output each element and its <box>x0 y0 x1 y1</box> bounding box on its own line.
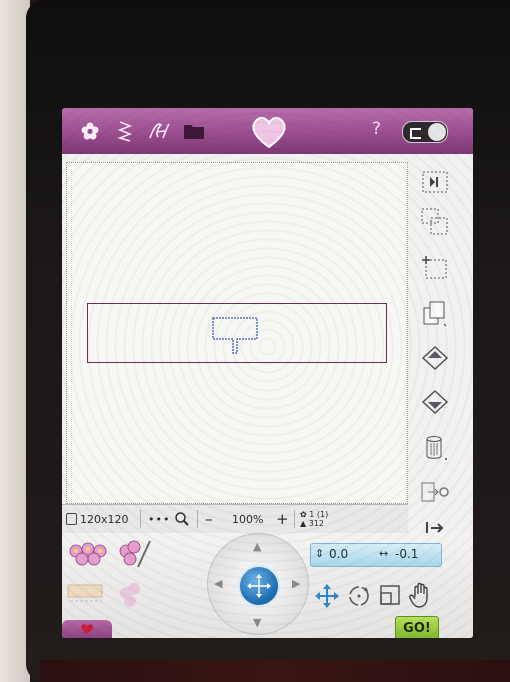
embroidery-stitch-icon <box>66 581 106 611</box>
stitch-edit-icon[interactable] <box>114 537 154 575</box>
design-edit-icon[interactable] <box>66 541 110 573</box>
position-readout: ⇕ 0.0 ↔ -0.1 <box>310 543 442 567</box>
x-position-value: -0.1 <box>395 547 419 561</box>
center-move-button[interactable] <box>238 565 280 607</box>
design-options-icon <box>114 579 150 613</box>
duplicate-icon[interactable] <box>418 298 452 330</box>
status-bar: 120x120 ••• – 100% + ✿ 1 (1) ▲ 312 <box>62 504 408 534</box>
zoom-out-button[interactable]: – <box>205 505 213 533</box>
design-count: 1 (1) <box>309 510 329 519</box>
zoom-level: 100% <box>232 512 264 526</box>
favorites-heart-icon <box>81 624 93 634</box>
horizontal-position-icon: ↔ <box>379 547 389 560</box>
y-position-value: 0.0 <box>329 547 349 561</box>
hoop-size-label: 120x120 <box>80 512 129 526</box>
top-toolbar: ? <box>62 108 473 154</box>
add-selection-icon[interactable] <box>418 252 452 284</box>
pan-hand-icon[interactable] <box>407 581 435 613</box>
stitch-count-icon: ▲ <box>300 519 307 528</box>
export-settings-icon[interactable] <box>418 476 452 508</box>
vertical-position-icon: ⇕ <box>315 547 325 560</box>
stitch-design[interactable] <box>67 163 407 503</box>
hoop-size-selector[interactable]: 120x120 <box>66 505 129 533</box>
delete-icon[interactable] <box>418 432 452 464</box>
help-button[interactable]: ? <box>372 119 381 139</box>
select-multiple-icon[interactable] <box>418 206 452 238</box>
embroidery-canvas[interactable] <box>66 162 408 504</box>
stitch-zigzag-icon[interactable] <box>113 119 137 143</box>
arrow-right-icon[interactable]: ▶ <box>292 577 300 590</box>
position-dpad[interactable]: ▲ ▼ ◀ ▶ <box>207 533 309 635</box>
arrow-up-icon[interactable]: ▲ <box>253 540 261 553</box>
folder-icon[interactable] <box>182 119 206 143</box>
zoom-search-icon[interactable] <box>174 505 190 533</box>
zoom-in-button[interactable]: + <box>276 505 289 533</box>
design-info: ✿ 1 (1) ▲ 312 <box>300 505 328 533</box>
toggle-knob <box>428 123 446 141</box>
device-bezel-bottom <box>40 660 510 682</box>
move-up-layer-icon[interactable] <box>418 342 452 374</box>
more-options-button[interactable]: ••• <box>148 505 170 533</box>
script-font-icon[interactable] <box>147 119 171 143</box>
design-count-icon: ✿ <box>300 510 307 519</box>
bottom-panel: ▲ ▼ ◀ ▶ ⇕ 0.0 ↔ -0.1 GO! <box>62 533 473 638</box>
select-next-icon[interactable] <box>418 166 452 198</box>
go-button[interactable]: GO! <box>395 616 439 638</box>
move-down-layer-icon[interactable] <box>418 386 452 418</box>
stitch-count: 312 <box>308 519 324 528</box>
flower-icon[interactable] <box>78 119 102 143</box>
favorites-tab[interactable] <box>62 620 112 638</box>
mode-indicator-icon <box>410 128 421 139</box>
mode-toggle[interactable] <box>402 121 448 143</box>
move-mode-icon[interactable] <box>314 583 340 613</box>
hoop-icon <box>66 513 77 525</box>
scale-icon[interactable] <box>378 583 402 611</box>
edit-tools-column <box>410 158 470 548</box>
rotate-icon[interactable] <box>346 583 372 613</box>
arrow-left-icon[interactable]: ◀ <box>214 577 222 590</box>
touch-screen: ? 120x120 ••• – 100% + ✿ 1 (1) ▲ 312 ▲ ▼… <box>62 108 473 638</box>
move-cross-icon <box>247 574 271 598</box>
arrow-down-icon[interactable]: ▼ <box>253 616 261 629</box>
heart-icon[interactable] <box>247 112 291 152</box>
